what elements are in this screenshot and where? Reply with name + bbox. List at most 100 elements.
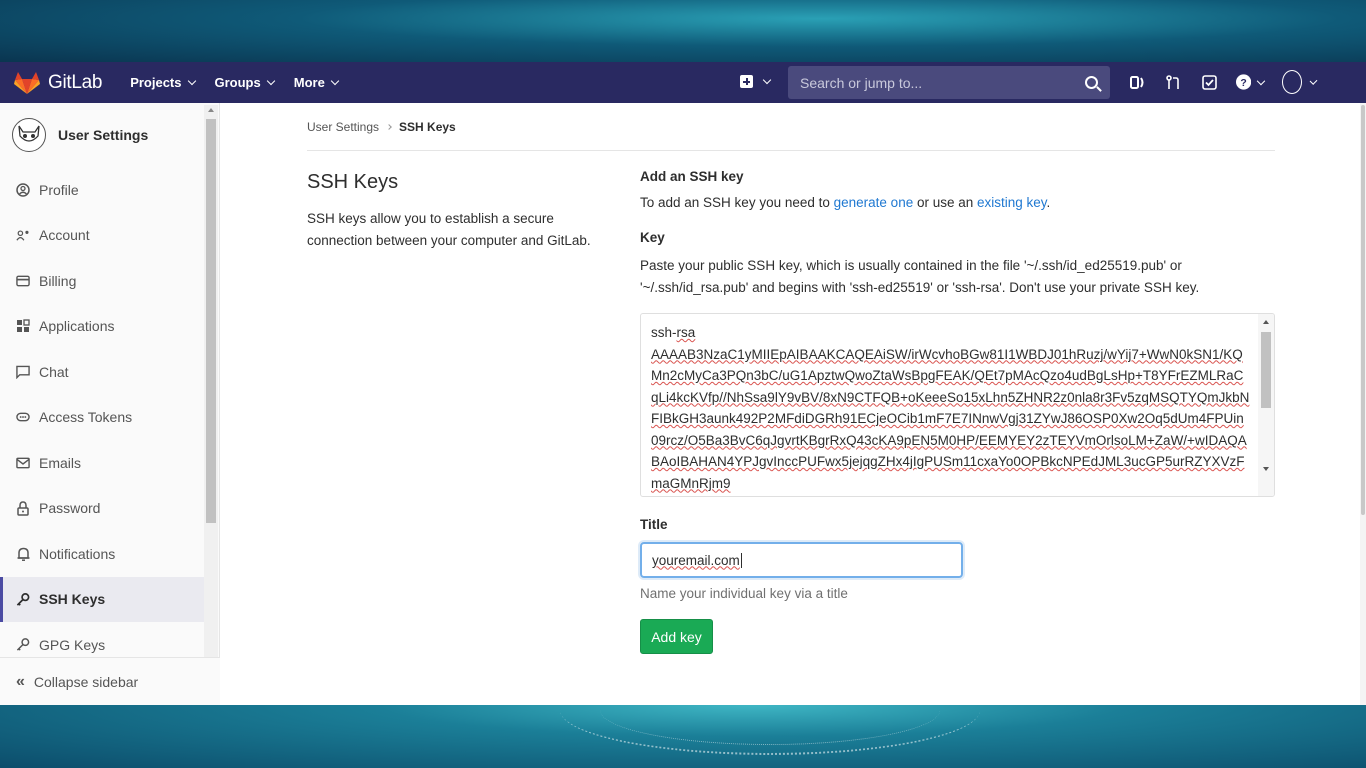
sidebar-item-label: Applications [39,318,115,335]
scrollbar-thumb[interactable] [1361,105,1365,515]
user-avatar-icon [12,118,46,152]
add-key-button[interactable]: Add key [640,619,713,654]
applications-icon [16,319,30,333]
account-icon [16,228,30,242]
textarea-scrollbar[interactable] [1258,314,1274,496]
chevron-down-icon [266,76,275,86]
title-hint: Name your individual key via a title [640,586,848,601]
gitlab-fox-icon [14,71,40,94]
sidebar-item-chat[interactable]: Chat [0,349,204,395]
chevron-down-icon [1256,76,1266,85]
sidebar-item-label: Emails [39,454,82,471]
svg-text:?: ? [1240,78,1246,89]
scrollbar-thumb[interactable] [206,119,216,523]
search-placeholder: Search or jump to... [800,74,923,91]
lock-icon [16,500,30,516]
title-input-value: youremail.com [652,552,740,568]
sidebar-item-label: GPG Keys [39,636,106,653]
issues-check-icon[interactable] [1200,73,1218,91]
chevron-down-icon [187,76,196,86]
scrollbar-thumb[interactable] [1261,332,1271,408]
text-caret [740,552,742,568]
billing-icon [16,274,30,288]
gitlab-logo[interactable]: GitLab [14,71,102,95]
sidebar-item-applications[interactable]: Applications [0,304,204,350]
sidebar-item-profile[interactable]: Profile [0,167,204,213]
profile-icon [16,183,30,197]
sidebar-item-label: Chat [39,363,69,380]
chevron-right-icon [386,123,392,130]
new-dropdown-button[interactable] [740,75,772,88]
access-tokens-icon [16,410,30,424]
key-icon [16,592,30,606]
scroll-up-arrow-icon[interactable] [208,108,214,112]
help-dropdown[interactable]: ? [1236,73,1266,91]
sidebar-item-password[interactable]: Password [0,486,204,532]
help-icon: ? [1236,74,1252,90]
sidebar-header[interactable]: User Settings [0,103,219,167]
sidebar-item-account[interactable]: Account [0,213,204,259]
nav-groups[interactable]: Groups [215,75,275,90]
chevron-down-icon [330,76,340,86]
scroll-down-arrow-icon[interactable] [1263,467,1269,471]
chat-icon [16,365,30,379]
collapse-sidebar-button[interactable]: « Collapse sidebar [0,657,220,705]
double-chevron-left-icon: « [16,672,25,690]
sidebar-title: User Settings [58,127,149,143]
merge-request-icon[interactable] [1164,73,1182,91]
breadcrumb-parent[interactable]: User Settings [307,120,379,134]
existing-key-link[interactable]: existing key [977,195,1047,210]
sidebar-item-label: Billing [39,272,77,289]
key-icon [16,638,30,652]
sidebar-item-emails[interactable]: Emails [0,440,204,486]
key-help-text: Paste your public SSH key, which is usua… [640,258,1200,295]
collapse-sidebar-label: Collapse sidebar [33,673,139,690]
main-content: User Settings SSH Keys SSH Keys SSH keys… [307,103,1275,654]
sidebar-item-label: Password [39,500,101,517]
title-label: Title [640,517,668,532]
sidebar-item-label: Profile [39,181,79,198]
sidebar-item-access-tokens[interactable]: Access Tokens [0,395,204,441]
todos-icon[interactable] [1128,73,1146,91]
sidebar-item-ssh-keys[interactable]: SSH Keys [0,576,204,622]
sidebar-item-notifications[interactable]: Notifications [0,531,204,577]
plus-icon [740,75,753,88]
gitlab-window: GitLab Projects Groups More Search or ju… [0,62,1366,705]
chevron-down-icon [762,75,772,85]
sidebar-item-label: Access Tokens [39,409,133,426]
chevron-down-icon [1309,76,1318,85]
sidebar-item-billing[interactable]: Billing [0,258,204,304]
page-description: SSH keys allow you to establish a secure… [307,211,591,248]
sidebar-item-label: Notifications [39,545,116,562]
scroll-up-arrow-icon[interactable] [1263,320,1269,324]
nav-projects[interactable]: Projects [130,75,196,90]
title-input[interactable]: youremail.com [640,542,963,578]
page-scrollbar[interactable] [1360,103,1366,705]
sidebar-scrollbar[interactable] [204,105,218,705]
user-menu[interactable] [1282,70,1318,94]
desktop-background-top [0,0,1366,62]
breadcrumb: User Settings SSH Keys [307,103,1275,151]
add-key-instructions: To add an SSH key you need to generate o… [640,195,1051,210]
brand-name: GitLab [48,71,103,93]
sidebar-item-label: Account [39,227,90,244]
emails-icon [16,456,30,470]
intro-section: SSH Keys SSH keys allow you to establish… [307,171,617,252]
generate-one-link[interactable]: generate one [834,195,914,210]
desktop-background-bottom [0,705,1366,768]
key-textarea-value: ssh-rsa AAAAB3NzaC1yMIIEpAIBAAKCAQEAiSW/i… [651,325,1250,491]
breadcrumb-current[interactable]: SSH Keys [399,120,456,134]
search-input[interactable]: Search or jump to... [788,66,1110,99]
form-heading: Add an SSH key [640,169,744,184]
key-label: Key [640,230,665,245]
sidebar-item-label: SSH Keys [39,591,106,608]
nav-more[interactable]: More [294,75,340,90]
add-ssh-key-form: Add an SSH key To add an SSH key you nee… [640,169,1275,654]
top-navbar: GitLab Projects Groups More Search or ju… [0,62,1366,103]
key-textarea[interactable]: ssh-rsa AAAAB3NzaC1yMIIEpAIBAAKCAQEAiSW/i… [640,313,1275,497]
avatar [1282,70,1302,94]
search-icon [1085,76,1098,89]
bell-icon [16,547,30,561]
page-title: SSH Keys [307,171,399,193]
settings-sidebar: User Settings Profile Account Billing Ap… [0,103,220,705]
